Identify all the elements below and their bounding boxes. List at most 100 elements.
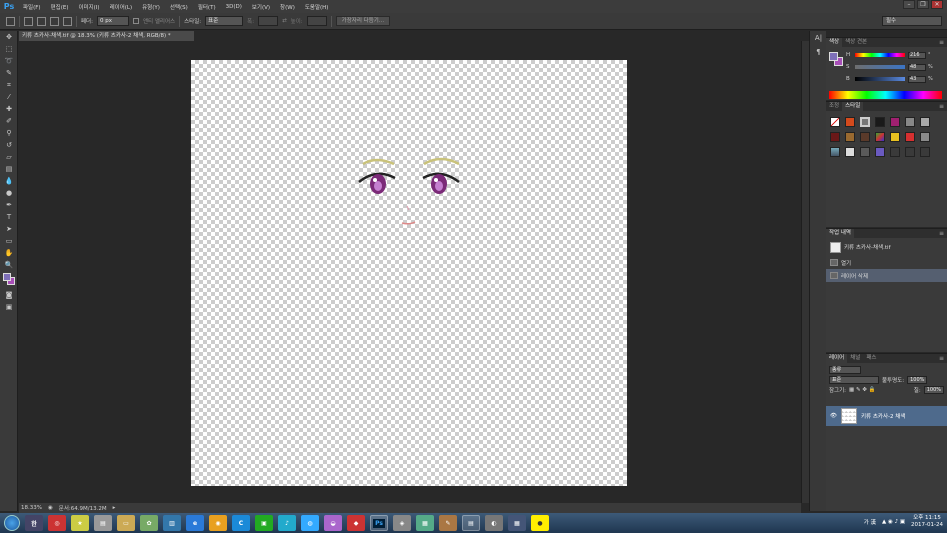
menu-view[interactable]: 보기(V) xyxy=(247,3,275,11)
history-item[interactable]: 열기 xyxy=(826,256,947,269)
quick-select-tool-icon[interactable]: ✎ xyxy=(0,67,18,79)
history-item-selected[interactable]: 레이어 삭제 xyxy=(826,269,947,282)
menu-type[interactable]: 유형(Y) xyxy=(137,3,165,11)
tab-color[interactable]: 색상 xyxy=(826,38,843,47)
height-input[interactable] xyxy=(306,16,327,26)
status-info-icon[interactable]: ◉ xyxy=(48,505,53,511)
app-icon[interactable]: ▦ xyxy=(508,515,526,531)
panel-menu-icon[interactable]: ≡ xyxy=(939,38,947,47)
app-icon[interactable]: 한 xyxy=(25,515,43,531)
internet-explorer-icon[interactable]: e xyxy=(186,515,204,531)
app-icon[interactable]: ★ xyxy=(71,515,89,531)
tab-channels[interactable]: 채널 xyxy=(847,354,863,363)
style-swatch[interactable] xyxy=(860,147,870,157)
intersect-selection-icon[interactable] xyxy=(63,16,72,26)
menu-filter[interactable]: 필터(T) xyxy=(193,3,221,11)
app-icon[interactable]: ▭ xyxy=(117,515,135,531)
color-spectrum-bar[interactable] xyxy=(829,91,942,99)
quick-mask-icon[interactable]: ◙ xyxy=(0,289,18,301)
hue-track[interactable] xyxy=(855,53,905,57)
app-icon[interactable]: ◎ xyxy=(48,515,66,531)
tab-history[interactable]: 작업 내역 xyxy=(826,229,854,238)
path-select-tool-icon[interactable]: ➤ xyxy=(0,223,18,235)
style-swatch[interactable] xyxy=(860,132,870,142)
status-menu-arrow-icon[interactable]: ▸ xyxy=(113,505,116,511)
kakaotalk-icon[interactable]: ● xyxy=(531,515,549,531)
crop-tool-icon[interactable]: ⌗ xyxy=(0,79,18,91)
app-icon[interactable]: ◐ xyxy=(485,515,503,531)
panel-foreground-swatch[interactable] xyxy=(829,52,838,61)
app-icon[interactable]: ♪ xyxy=(278,515,296,531)
photoshop-taskbar-icon[interactable]: Ps xyxy=(370,515,388,531)
tab-layers[interactable]: 레이어 xyxy=(826,354,848,363)
style-swatch[interactable] xyxy=(890,132,900,142)
brightness-value[interactable]: 43 xyxy=(908,75,926,83)
swap-icon[interactable]: ⇄ xyxy=(282,18,287,24)
panel-menu-icon[interactable]: ≡ xyxy=(939,354,947,363)
history-snapshot[interactable]: 키류 츠카사-채색.tif xyxy=(826,238,947,256)
menu-window[interactable]: 창(W) xyxy=(275,3,300,11)
lock-icons[interactable]: ▦ ✎ ✥ 🔒 xyxy=(849,387,876,393)
menu-file[interactable]: 파일(F) xyxy=(18,3,46,11)
move-tool-icon[interactable]: ✥ xyxy=(0,31,18,43)
eraser-tool-icon[interactable]: ▱ xyxy=(0,151,18,163)
saturation-slider[interactable]: S 48 % xyxy=(846,63,944,71)
app-icon[interactable]: ◆ xyxy=(347,515,365,531)
subtract-selection-icon[interactable] xyxy=(50,16,59,26)
style-swatch[interactable] xyxy=(890,147,900,157)
style-swatch[interactable] xyxy=(875,147,885,157)
blend-mode-select[interactable]: 표준 xyxy=(829,376,879,384)
close-button[interactable]: ✕ xyxy=(931,0,943,9)
panel-menu-icon[interactable]: ≡ xyxy=(939,229,947,238)
ime-indicator[interactable]: 가 漢 xyxy=(864,518,876,526)
blur-tool-icon[interactable]: 💧 xyxy=(0,175,18,187)
style-swatch[interactable] xyxy=(920,132,930,142)
menu-image[interactable]: 이미지(I) xyxy=(73,3,104,11)
gradient-tool-icon[interactable]: ▤ xyxy=(0,163,18,175)
foreground-color-swatch[interactable] xyxy=(3,273,11,281)
app-icon[interactable]: C xyxy=(232,515,250,531)
restore-button[interactable]: ❐ xyxy=(917,0,929,9)
eyedropper-tool-icon[interactable]: ⁄ xyxy=(0,91,18,103)
type-tool-icon[interactable]: T xyxy=(0,211,18,223)
fill-input[interactable]: 100% xyxy=(923,386,944,394)
panel-menu-icon[interactable]: ≡ xyxy=(939,102,947,111)
style-swatch[interactable] xyxy=(860,117,870,127)
app-icon[interactable]: ✿ xyxy=(140,515,158,531)
pen-tool-icon[interactable]: ✒ xyxy=(0,199,18,211)
style-swatch[interactable] xyxy=(875,132,885,142)
clock[interactable]: 오후 11:15 2017-01-24 xyxy=(911,515,943,529)
style-select[interactable]: 표준 xyxy=(205,16,244,26)
style-swatch[interactable] xyxy=(920,147,930,157)
style-swatch[interactable] xyxy=(905,117,915,127)
layer-name[interactable]: 키류 츠카사-2 채색 xyxy=(861,412,905,420)
menu-help[interactable]: 도움말(H) xyxy=(300,3,334,11)
zoom-tool-icon[interactable]: 🔍 xyxy=(0,259,18,271)
app-icon[interactable]: ◒ xyxy=(324,515,342,531)
brightness-slider[interactable]: B 43 % xyxy=(846,75,944,83)
feather-input[interactable]: 0 px xyxy=(96,16,129,26)
lasso-tool-icon[interactable]: ➰ xyxy=(0,55,18,67)
hand-tool-icon[interactable]: ✋ xyxy=(0,247,18,259)
start-button[interactable] xyxy=(4,515,20,531)
add-selection-icon[interactable] xyxy=(37,16,46,26)
app-icon[interactable]: ▤ xyxy=(94,515,112,531)
style-swatch[interactable] xyxy=(905,132,915,142)
layer-kind-select[interactable]: 종류 xyxy=(829,366,861,374)
saturation-track[interactable] xyxy=(855,65,905,69)
history-brush-tool-icon[interactable]: ↺ xyxy=(0,139,18,151)
tab-adjustments[interactable]: 조정 xyxy=(826,102,842,111)
zoom-level[interactable]: 18.33% xyxy=(21,505,42,511)
vertical-scrollbar[interactable] xyxy=(801,41,809,503)
minimize-button[interactable]: – xyxy=(903,0,915,9)
paragraph-panel-icon[interactable]: ¶ xyxy=(810,45,827,59)
dodge-tool-icon[interactable]: ● xyxy=(0,187,18,199)
style-swatch[interactable] xyxy=(920,117,930,127)
screen-mode-icon[interactable]: ▣ xyxy=(0,301,18,313)
style-swatch[interactable] xyxy=(845,117,855,127)
workspace-select[interactable]: 필수 xyxy=(882,16,942,26)
app-icon[interactable]: ◍ xyxy=(301,515,319,531)
app-icon[interactable]: ◈ xyxy=(393,515,411,531)
chrome-icon[interactable]: ◉ xyxy=(209,515,227,531)
app-icon[interactable]: ▣ xyxy=(255,515,273,531)
